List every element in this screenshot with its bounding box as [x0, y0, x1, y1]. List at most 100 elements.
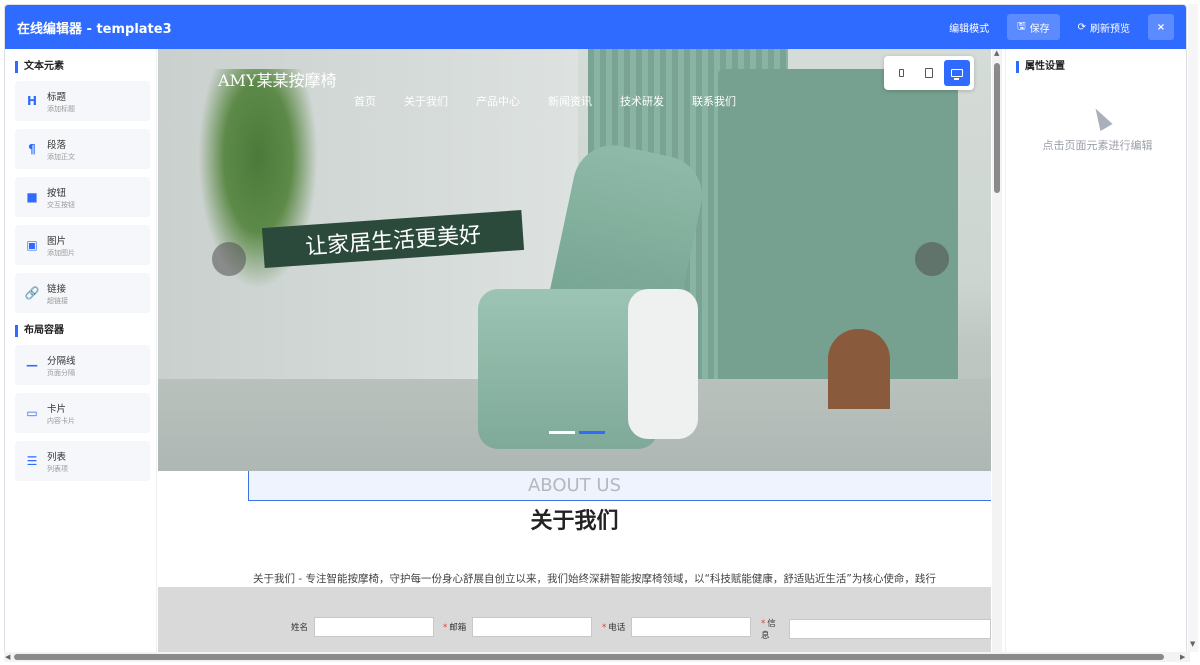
carousel-next-button[interactable]: [915, 242, 949, 276]
tablet-icon: [925, 68, 933, 78]
page-vertical-scrollbar[interactable]: ▼: [1188, 4, 1198, 652]
layout-containers-title: 布局容器: [15, 325, 156, 337]
refresh-preview-button[interactable]: ⟳ 刷新预览: [1068, 14, 1140, 40]
mobile-view-button[interactable]: [888, 60, 914, 86]
list-icon: ☰: [26, 454, 38, 468]
email-field: * 邮箱: [443, 617, 593, 637]
scroll-down-icon[interactable]: ▼: [1190, 640, 1195, 648]
name-label-text: 姓名: [291, 623, 309, 633]
tablet-view-button[interactable]: [916, 60, 942, 86]
about-heading-en: ABOUT US: [527, 475, 621, 496]
component-name: 图片: [47, 235, 67, 247]
component-desc: 超链接: [47, 296, 68, 305]
edit-mode-button[interactable]: 编辑模式: [939, 14, 999, 40]
component-name: 列表: [47, 451, 67, 463]
scroll-right-icon[interactable]: ▶: [1180, 653, 1185, 661]
nav-tech[interactable]: 技术研发: [620, 93, 664, 109]
carousel-dot-active[interactable]: [579, 431, 605, 434]
contact-form: 姓名 * 邮箱 * 电话 * 信息: [158, 587, 991, 653]
component-name: 标题: [47, 91, 67, 103]
device-switcher: [884, 56, 974, 90]
required-mark: *: [761, 619, 766, 629]
component-button[interactable]: ■ 按钮 交互按钮: [15, 177, 150, 217]
desktop-icon: [951, 69, 963, 80]
card-icon: ▭: [26, 406, 38, 420]
preview-canvas: AMY某某按摩椅 首页 关于我们 产品中心 新闻资讯 技术研发 联系我们 让家居…: [158, 49, 991, 653]
component-link[interactable]: 🔗 链接 超链接: [15, 273, 150, 313]
name-input[interactable]: [314, 617, 435, 637]
scroll-up-icon[interactable]: ▲: [994, 49, 999, 57]
required-mark: *: [443, 623, 448, 633]
massage-chair-side: [628, 289, 698, 439]
nav-news[interactable]: 新闻资讯: [548, 93, 592, 109]
desktop-view-button[interactable]: [944, 60, 970, 86]
component-name: 段落: [47, 139, 67, 151]
component-divider[interactable]: — 分隔线 页面分隔: [15, 345, 150, 385]
email-input[interactable]: [472, 617, 593, 637]
scroll-left-icon[interactable]: ◀: [5, 653, 10, 661]
email-label: * 邮箱: [443, 621, 466, 633]
component-name: 链接: [47, 283, 67, 295]
canvas-scrollbar[interactable]: ▲: [992, 49, 1002, 653]
component-desc: 页面分隔: [47, 368, 75, 377]
site-nav: 首页 关于我们 产品中心 新闻资讯 技术研发 联系我们: [354, 93, 764, 109]
component-paragraph[interactable]: ¶ 段落 添加正文: [15, 129, 150, 169]
component-name: 分隔线: [47, 355, 76, 367]
component-name: 按钮: [47, 187, 67, 199]
nav-contact[interactable]: 联系我们: [692, 93, 736, 109]
component-heading[interactable]: H 标题 添加标题: [15, 81, 150, 121]
wooden-stool-image: [828, 329, 890, 409]
phone-icon: [898, 69, 904, 77]
name-field: 姓名: [291, 617, 435, 637]
nav-about[interactable]: 关于我们: [404, 93, 448, 109]
component-name: 卡片: [47, 403, 67, 415]
phone-label-text: 电话: [608, 623, 626, 633]
horizontal-scroll-thumb[interactable]: [14, 654, 1164, 660]
refresh-icon: ⟳: [1077, 21, 1086, 33]
site-brand[interactable]: AMY某某按摩椅: [218, 67, 337, 91]
edit-mode-label: 编辑模式: [949, 23, 990, 35]
save-label: 保存: [1029, 23, 1050, 35]
close-icon: ×: [1156, 21, 1166, 33]
button-icon: ■: [26, 190, 38, 204]
nav-products[interactable]: 产品中心: [476, 93, 520, 109]
editor-window: 在线编辑器 - template3 编辑模式 🖫 保存 ⟳ 刷新预览 × 文本元…: [4, 4, 1187, 654]
carousel-dot[interactable]: [549, 431, 575, 434]
component-desc: 列表项: [47, 464, 68, 473]
carousel-prev-button[interactable]: [212, 242, 246, 276]
divider-icon: —: [26, 358, 38, 372]
toolbar: 编辑模式 🖫 保存 ⟳ 刷新预览 ×: [939, 14, 1174, 40]
message-input[interactable]: [789, 619, 991, 639]
name-label: 姓名: [291, 621, 308, 633]
component-desc: 添加图片: [47, 248, 75, 257]
about-heading-cn: 关于我们: [530, 509, 619, 534]
nav-home[interactable]: 首页: [354, 93, 376, 109]
about-section[interactable]: ABOUT US 关于我们 关于我们 - 专注智能按摩椅，守护每一份身心舒展自创…: [158, 471, 991, 587]
top-bar: 在线编辑器 - template3 编辑模式 🖫 保存 ⟳ 刷新预览 ×: [5, 5, 1186, 49]
required-mark: *: [602, 623, 607, 633]
properties-title: 属性设置: [1016, 61, 1186, 73]
phone-input[interactable]: [631, 617, 752, 637]
email-label-text: 邮箱: [449, 623, 467, 633]
cursor-icon: [1089, 104, 1113, 132]
properties-panel: 属性设置 点击页面元素进行编辑: [1005, 49, 1186, 653]
carousel-dots: [549, 431, 605, 434]
page-horizontal-scrollbar[interactable]: ◀ ▶: [4, 652, 1190, 662]
save-button[interactable]: 🖫 保存: [1007, 14, 1060, 40]
component-desc: 添加标题: [47, 104, 75, 113]
canvas-scroll-thumb[interactable]: [994, 63, 1000, 193]
close-button[interactable]: ×: [1148, 14, 1174, 40]
component-card[interactable]: ▭ 卡片 内容卡片: [15, 393, 150, 433]
component-desc: 添加正文: [47, 152, 75, 161]
component-image[interactable]: ▣ 图片 添加图片: [15, 225, 150, 265]
component-sidebar: 文本元素 H 标题 添加标题 ¶ 段落 添加正文 ■ 按钮 交互按钮 ▣ 图片 添加图片…: [5, 49, 157, 653]
paragraph-icon: ¶: [28, 142, 36, 156]
link-icon: 🔗: [24, 286, 40, 300]
hero-banner[interactable]: AMY某某按摩椅 首页 关于我们 产品中心 新闻资讯 技术研发 联系我们 让家居…: [158, 49, 991, 471]
component-list[interactable]: ☰ 列表 列表项: [15, 441, 150, 481]
heading-icon: H: [26, 94, 38, 108]
save-icon: 🖫: [1017, 20, 1026, 32]
properties-hint: 点击页面元素进行编辑: [1042, 139, 1153, 152]
component-desc: 内容卡片: [47, 416, 75, 425]
image-icon: ▣: [26, 238, 38, 252]
